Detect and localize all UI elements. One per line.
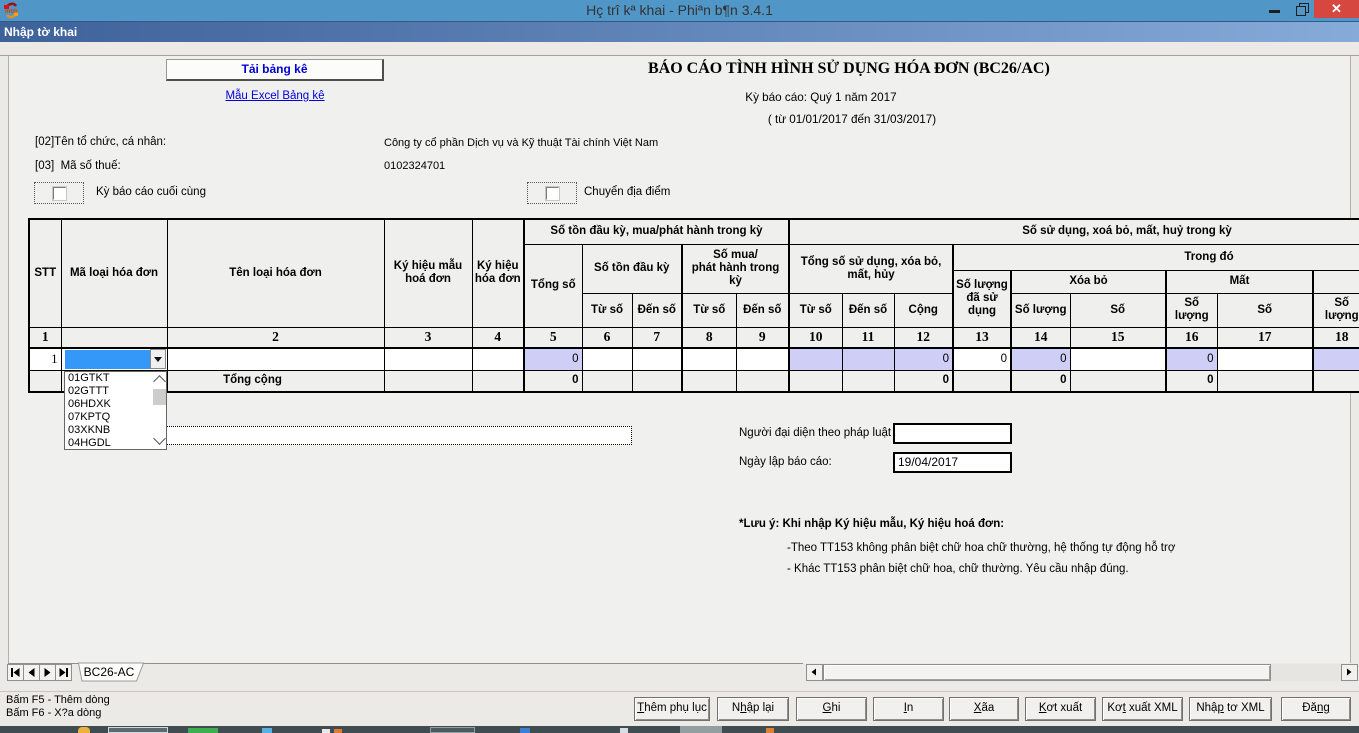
svg-text:mbh: mbh xyxy=(5,9,18,15)
svg-text:BC26-AC: BC26-AC xyxy=(84,665,135,679)
